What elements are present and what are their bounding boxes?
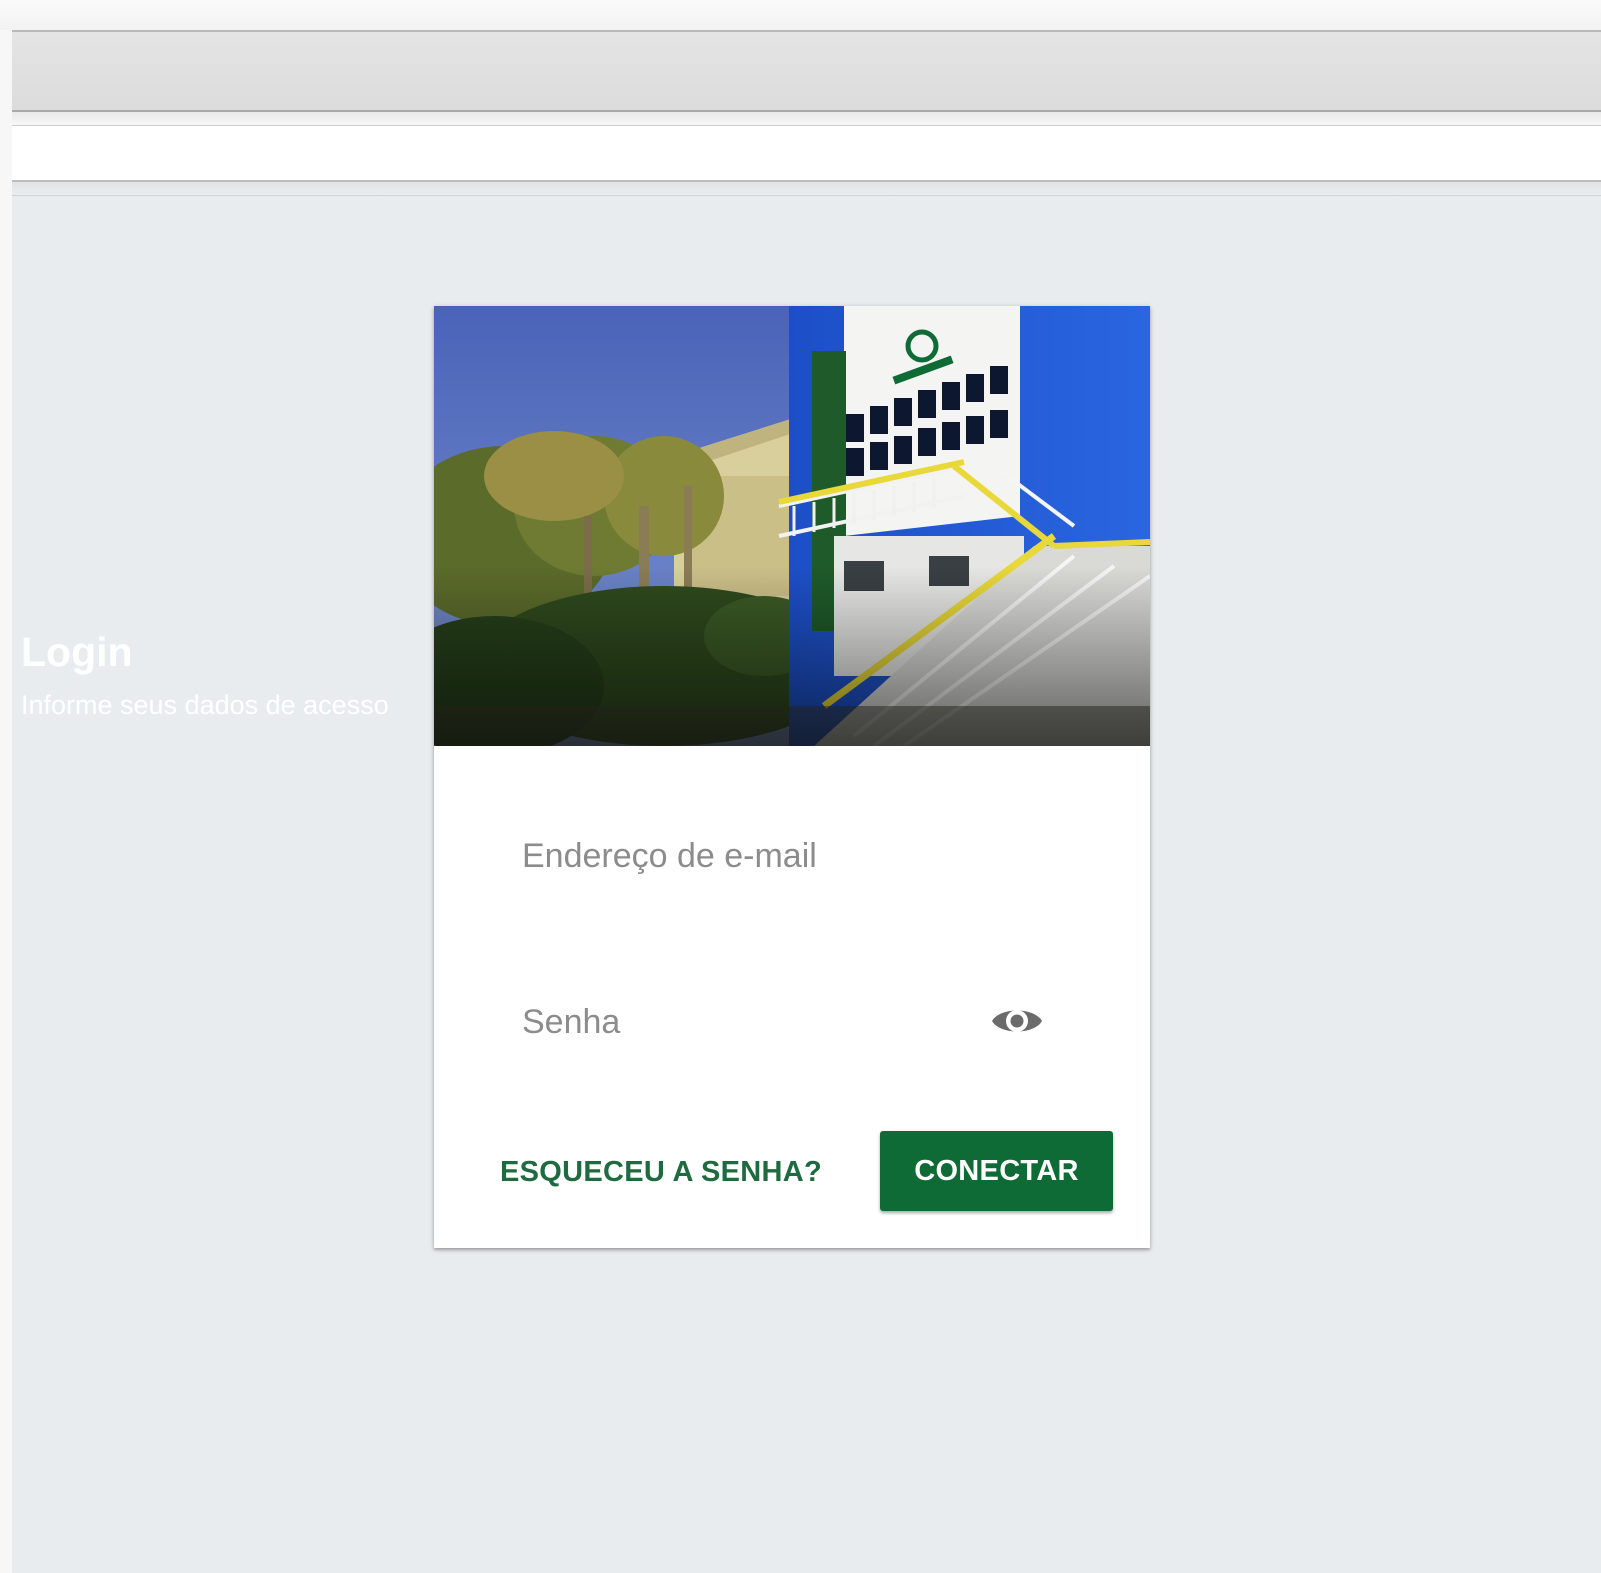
building-photo xyxy=(434,306,1150,746)
login-title: Login xyxy=(21,629,133,675)
forgot-password-button[interactable]: ESQUECEU A SENHA? xyxy=(500,1140,822,1204)
email-field[interactable] xyxy=(522,826,1082,886)
header-divider xyxy=(12,182,1601,196)
browser-window: Login Informe seus dados de acesso ESQUE… xyxy=(0,0,1601,1573)
eye-icon[interactable] xyxy=(990,1000,1044,1042)
login-subtitle: Informe seus dados de acesso xyxy=(21,690,389,720)
password-field-container xyxy=(522,992,972,1052)
connect-button[interactable]: CONECTAR xyxy=(880,1131,1113,1211)
toolbar-divider xyxy=(12,112,1601,126)
window-top-strip xyxy=(0,0,1601,30)
photo-overlay xyxy=(434,566,1150,746)
browser-toolbar xyxy=(12,30,1601,112)
login-card xyxy=(434,306,1150,1248)
password-field[interactable] xyxy=(522,992,972,1052)
email-field-container xyxy=(522,826,1082,886)
app-header-bar xyxy=(12,126,1601,182)
